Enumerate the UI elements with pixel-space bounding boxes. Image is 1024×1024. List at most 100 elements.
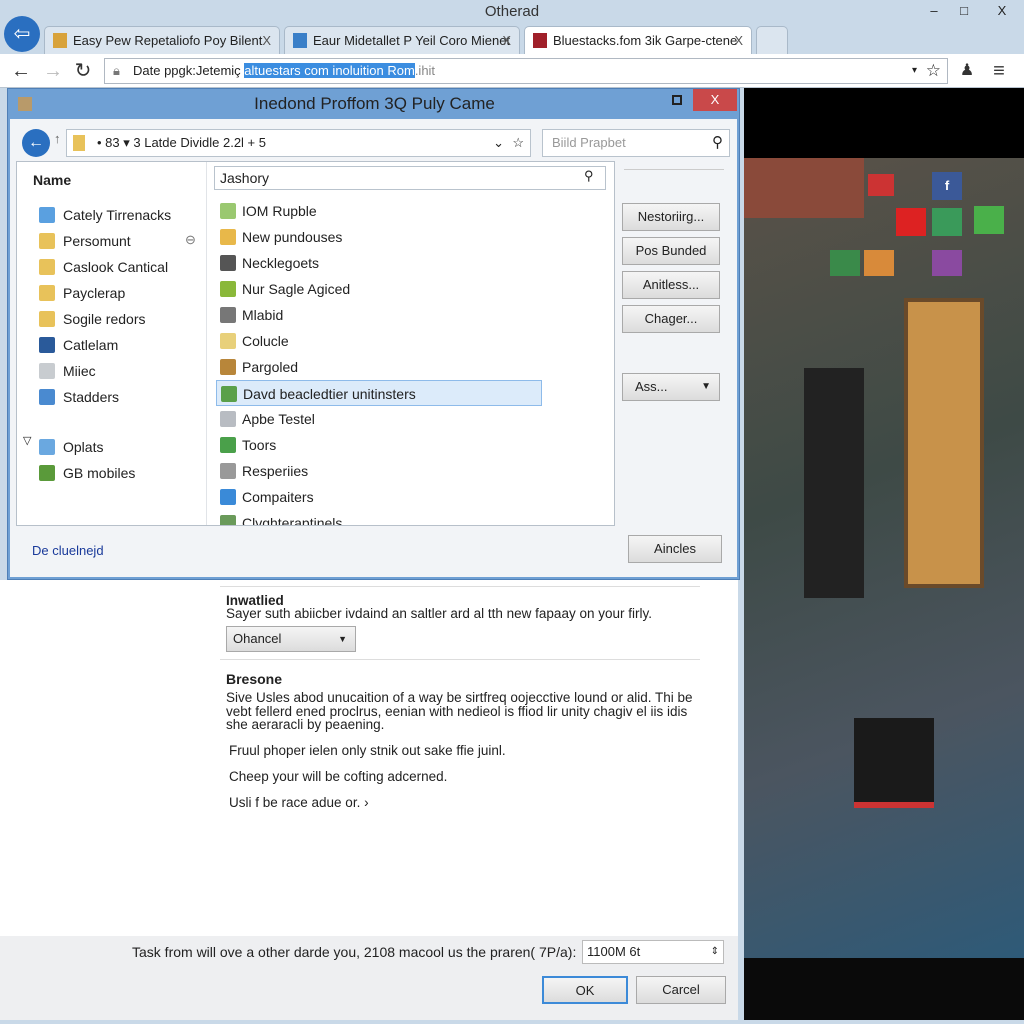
caret-down-icon: ▼ [338, 634, 347, 644]
path-text: • 83 ▾ 3 Latde Dividle 2.2l + 5 [97, 135, 266, 150]
file-item[interactable]: Toors [216, 432, 542, 458]
file-item[interactable]: IOM Rupble [216, 198, 542, 224]
sidebar-item[interactable]: Catlelam [39, 332, 118, 358]
file-item[interactable]: Apbe Testel [216, 406, 542, 432]
file-item-label: Nur Sagle Agiced [242, 281, 351, 297]
tab-close-icon[interactable]: X [734, 27, 743, 54]
action-button-2[interactable]: Pos Bunded [622, 237, 720, 265]
app-icon [39, 337, 55, 353]
search-icon[interactable]: ⚲ [712, 133, 723, 151]
document-icon [220, 203, 236, 219]
sidebar-item[interactable]: Stadders [39, 384, 119, 410]
game-screenshot[interactable]: f [744, 88, 1024, 1020]
lock-icon: 🔒︎ [113, 63, 120, 78]
dialog-title: Inedond Proffom 3Q Puly Came [254, 94, 495, 113]
address-bar[interactable]: 🔒︎ Date ppgk:Jetemiç altuestars com inol… [104, 58, 948, 84]
sidebar-item[interactable]: Sogile redors [39, 306, 146, 332]
file-icon [220, 333, 236, 349]
tab-close-icon[interactable]: X [502, 27, 511, 54]
tab-label: Eaur Midetallet P Yeil Coro Mienet [313, 33, 511, 48]
cancel-button[interactable]: Carcel [636, 976, 726, 1004]
expand-chevron-icon[interactable]: ▽ [23, 434, 31, 447]
maximize-button[interactable]: □ [946, 0, 982, 22]
sidebar-item[interactable]: Miiec [39, 358, 96, 384]
tab-1[interactable]: Easy Pew Repetaliofo Poy Bilent X [44, 26, 280, 54]
file-item-selected[interactable]: Davd beacledtier unitinsters [216, 380, 542, 406]
spinner-arrows-icon[interactable]: ⇕ [711, 941, 719, 963]
leaf-icon [220, 281, 236, 297]
file-item[interactable]: Resperiies [216, 458, 542, 484]
sidebar-item[interactable]: GB mobiles [39, 460, 135, 486]
tab-2[interactable]: Eaur Midetallet P Yeil Coro Mienet X [284, 26, 520, 54]
file-item[interactable]: Pargoled [216, 354, 542, 380]
size-spinner[interactable]: 1100M 6t ⇕ [582, 940, 724, 964]
footer-link[interactable]: De cluelnejd [32, 543, 104, 558]
search-input[interactable]: Biild Prapbet [542, 129, 730, 157]
chevron-down-icon[interactable]: ⌄ [493, 130, 504, 156]
select-dropdown[interactable]: Ohancel ▼ [226, 626, 356, 652]
reload-icon[interactable]: ↻ [70, 58, 96, 84]
folder-icon [220, 411, 236, 427]
sidebar-item[interactable]: Cately Tirrenacks [39, 202, 171, 228]
file-item[interactable]: New pundouses [216, 224, 542, 250]
file-item[interactable]: Clvghteraptinels [216, 510, 542, 525]
drive-icon [39, 207, 55, 223]
dialog-footer: Task from will ove a other darde you, 21… [0, 936, 738, 1020]
maximize-icon[interactable] [672, 95, 682, 105]
settings-page: Inwatlied Sayer suth abiicber ivdaind an… [0, 580, 738, 936]
sidebar-item[interactable]: Caslook Cantical [39, 254, 168, 280]
sidebar-item-label: Payclerap [63, 285, 126, 301]
menu-icon[interactable]: ≡ [986, 58, 1012, 84]
dialog-close-button[interactable]: X [693, 89, 737, 111]
dropdown-label: Ass... [635, 379, 668, 394]
tab-close-icon[interactable]: X [262, 27, 271, 54]
tab-label: Easy Pew Repetaliofo Poy Bilent [73, 33, 263, 48]
divider [624, 169, 724, 170]
star-icon[interactable]: ☆ [926, 59, 941, 83]
file-item-label: Clvghteraptinels [242, 515, 343, 525]
back-icon[interactable]: ← [8, 58, 34, 84]
close-window-button[interactable]: X [984, 0, 1020, 22]
file-item[interactable]: Colucle [216, 328, 542, 354]
action-button-1[interactable]: Nestoriirg... [622, 203, 720, 231]
sidebar-item[interactable]: Payclerap [39, 280, 125, 306]
action-button-3[interactable]: Anitless... [622, 271, 720, 299]
footer-button[interactable]: Aincles [628, 535, 722, 563]
dropdown-icon[interactable]: ▾ [912, 59, 917, 83]
forward-button[interactable]: ↑ [54, 131, 64, 155]
file-item[interactable]: Necklegoets [216, 250, 542, 276]
file-item[interactable]: Compaiters [216, 484, 542, 510]
more-link[interactable]: Usli f be race adue or. › [229, 796, 369, 810]
extension-icon[interactable]: ♟ [954, 58, 980, 84]
back-button[interactable]: ← [22, 129, 50, 157]
filter-input[interactable]: Jashory [214, 166, 606, 190]
file-item-label: IOM Rupble [242, 203, 317, 219]
tab-3-active[interactable]: Bluestacks.fom 3ik Garpe-ctene X [524, 26, 752, 54]
tree-icon [39, 465, 55, 481]
ok-button[interactable]: OK [542, 976, 628, 1004]
spinner-value: 1100M 6t [587, 944, 641, 959]
forward-icon[interactable]: → [40, 58, 66, 84]
back-arrow-icon[interactable]: ⇦ [4, 16, 40, 52]
gear-icon [220, 463, 236, 479]
path-breadcrumb[interactable]: • 83 ▾ 3 Latde Dividle 2.2l + 5 ⌄ ☆ [66, 129, 531, 157]
new-tab-button[interactable] [756, 26, 788, 54]
sidebar-item[interactable]: Oplats [39, 434, 103, 460]
info-icon[interactable]: ⊖ [185, 232, 196, 248]
tab-favicon-icon [533, 33, 547, 48]
dropdown-button[interactable]: Ass... ▼ [622, 373, 720, 401]
file-item-label: New pundouses [242, 229, 343, 245]
sidebar-item-label: Miiec [63, 363, 96, 379]
sidebar-item[interactable]: Persomunt [39, 228, 131, 254]
tool-icon [220, 359, 236, 375]
search-icon[interactable]: ⚲ [584, 168, 594, 184]
action-button-4[interactable]: Chager... [622, 305, 720, 333]
file-item[interactable]: Nur Sagle Agiced [216, 276, 542, 302]
folder-icon [39, 259, 55, 275]
pin-icon[interactable]: ☆ [512, 130, 524, 156]
sidebar-item-label: GB mobiles [63, 465, 136, 481]
file-item-label: Colucle [242, 333, 289, 349]
navigation-pane: Name Cately Tirrenacks Persomunt Caslook C… [17, 162, 207, 525]
file-item-label: Pargoled [242, 359, 299, 375]
file-item[interactable]: Mlabid [216, 302, 542, 328]
